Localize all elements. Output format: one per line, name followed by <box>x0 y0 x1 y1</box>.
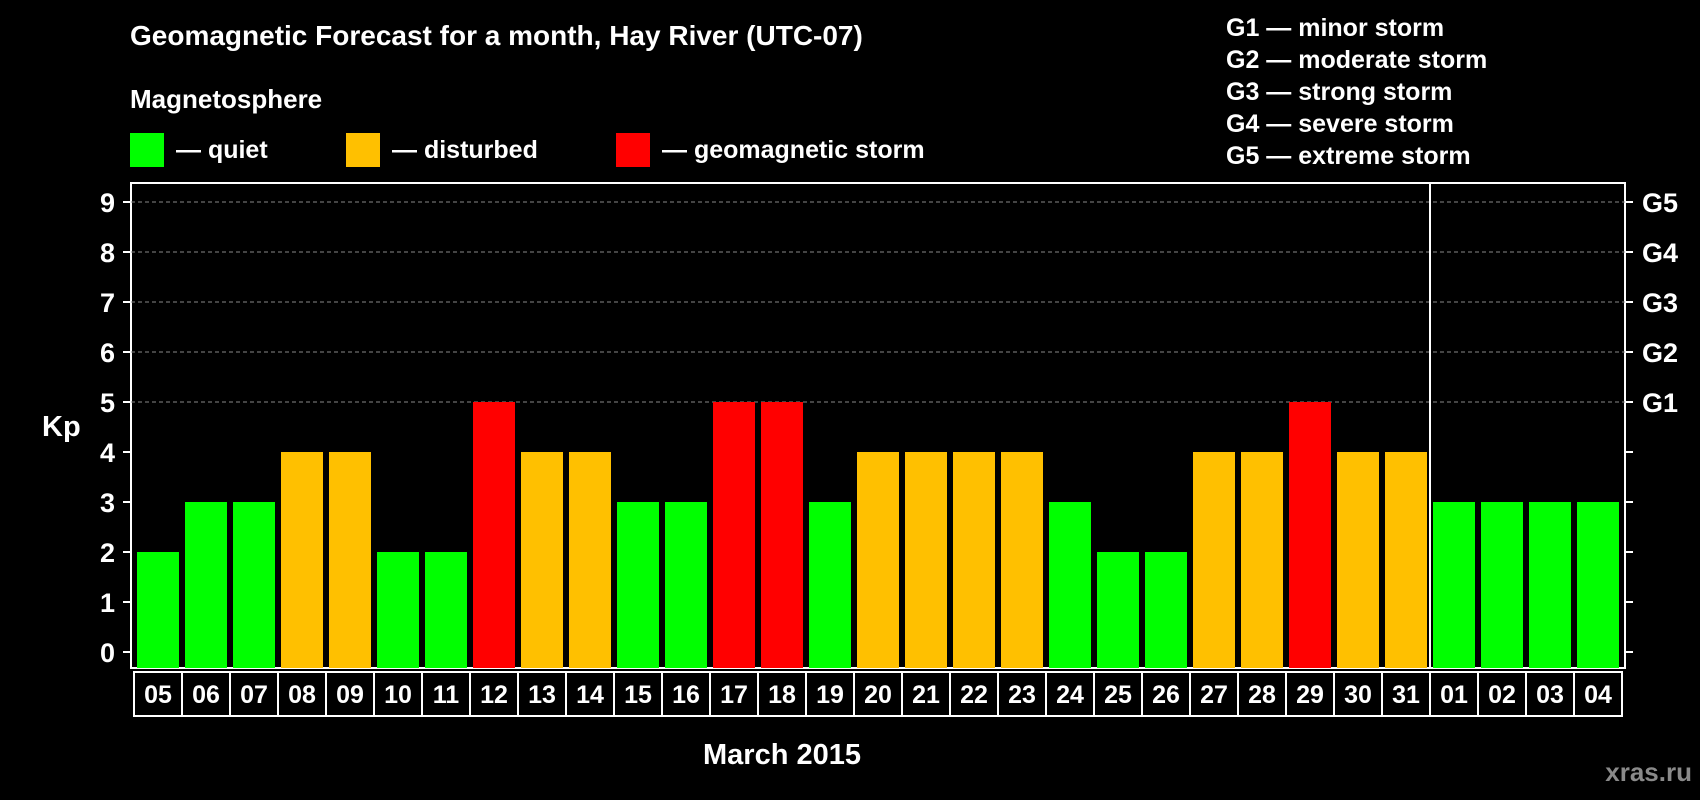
x-tick-label-17: 17 <box>720 681 748 709</box>
bar-22 <box>953 452 995 668</box>
y-tick-label: 6 <box>100 338 115 368</box>
bar-25 <box>1097 552 1139 668</box>
y-axis-label: Kp <box>42 411 81 443</box>
bar-01 <box>1433 502 1475 668</box>
y-tick-label: 5 <box>100 388 115 418</box>
x-tick-label-21: 21 <box>912 681 940 709</box>
x-tick-label-08: 08 <box>288 681 316 709</box>
x-tick-label-09: 09 <box>336 681 364 709</box>
bar-05 <box>137 552 179 668</box>
x-axis-label: March 2015 <box>703 739 861 771</box>
right-axis-label-g3: G3 <box>1642 288 1678 318</box>
x-tick-label-01: 01 <box>1440 681 1468 709</box>
x-tick-label-02: 02 <box>1488 681 1516 709</box>
bar-02 <box>1481 502 1523 668</box>
bar-07 <box>233 502 275 668</box>
bar-20 <box>857 452 899 668</box>
y-tick-label: 2 <box>100 538 115 568</box>
x-tick-label-25: 25 <box>1104 681 1132 709</box>
bar-17 <box>713 402 755 668</box>
y-tick-label: 8 <box>100 238 115 268</box>
x-tick-label-13: 13 <box>528 681 556 709</box>
x-tick-label-28: 28 <box>1248 681 1276 709</box>
bar-29 <box>1289 402 1331 668</box>
bar-18 <box>761 402 803 668</box>
x-tick-label-07: 07 <box>240 681 268 709</box>
bar-19 <box>809 502 851 668</box>
y-tick-label: 7 <box>100 288 115 318</box>
x-tick-label-05: 05 <box>144 681 172 709</box>
y-tick-label: 1 <box>100 588 115 618</box>
bar-13 <box>521 452 563 668</box>
bar-08 <box>281 452 323 668</box>
x-tick-label-30: 30 <box>1344 681 1372 709</box>
bar-30 <box>1337 452 1379 668</box>
x-tick-label-06: 06 <box>192 681 220 709</box>
y-tick-label: 4 <box>100 438 115 468</box>
right-axis-label-g5: G5 <box>1642 188 1678 218</box>
bar-12 <box>473 402 515 668</box>
x-tick-label-12: 12 <box>480 681 508 709</box>
x-tick-label-20: 20 <box>864 681 892 709</box>
bar-26 <box>1145 552 1187 668</box>
x-tick-label-22: 22 <box>960 681 988 709</box>
x-tick-label-14: 14 <box>576 681 604 709</box>
bar-27 <box>1193 452 1235 668</box>
bar-06 <box>185 502 227 668</box>
x-tick-label-11: 11 <box>433 681 460 709</box>
right-axis-label-g1: G1 <box>1642 388 1678 418</box>
bar-04 <box>1577 502 1619 668</box>
x-tick-label-16: 16 <box>672 681 700 709</box>
bar-21 <box>905 452 947 668</box>
y-tick-label: 9 <box>100 188 115 218</box>
x-tick-label-19: 19 <box>816 681 844 709</box>
bar-10 <box>377 552 419 668</box>
bar-24 <box>1049 502 1091 668</box>
bar-28 <box>1241 452 1283 668</box>
bar-14 <box>569 452 611 668</box>
kp-bar-chart: 0123456789G1G2G3G4G5Kp05 06 07 08 09 10 11 12 13… <box>42 182 1678 771</box>
right-axis-label-g2: G2 <box>1642 338 1678 368</box>
bar-03 <box>1529 502 1571 668</box>
y-tick-label: 0 <box>100 638 115 668</box>
bar-23 <box>1001 452 1043 668</box>
x-tick-label-29: 29 <box>1296 681 1324 709</box>
x-tick-label-27: 27 <box>1200 681 1228 709</box>
bar-09 <box>329 452 371 668</box>
x-tick-label-26: 26 <box>1152 681 1180 709</box>
x-tick-label-18: 18 <box>768 681 796 709</box>
x-tick-label-23: 23 <box>1008 681 1036 709</box>
x-tick-label-03: 03 <box>1536 681 1564 709</box>
watermark: xras.ru <box>1605 757 1692 787</box>
bar-16 <box>665 502 707 668</box>
y-tick-label: 3 <box>100 488 115 518</box>
bar-31 <box>1385 452 1427 668</box>
bar-15 <box>617 502 659 668</box>
x-tick-label-04: 04 <box>1584 681 1612 709</box>
x-tick-label-31: 31 <box>1392 681 1420 709</box>
bar-11 <box>425 552 467 668</box>
x-tick-label-10: 10 <box>384 681 412 709</box>
x-tick-label-24: 24 <box>1056 681 1084 709</box>
right-axis-label-g4: G4 <box>1642 238 1678 268</box>
x-tick-label-15: 15 <box>624 681 652 709</box>
